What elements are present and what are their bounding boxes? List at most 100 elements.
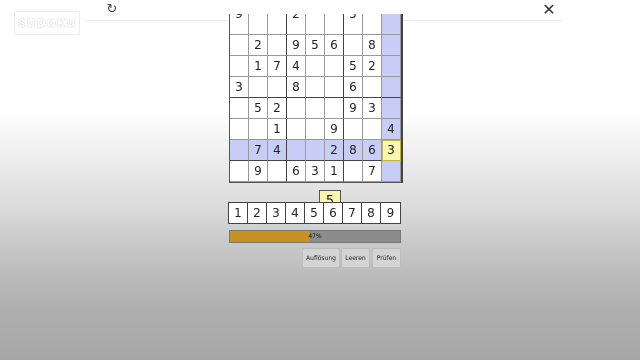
sudoku-cell[interactable] xyxy=(344,35,363,56)
sudoku-cell[interactable]: 7 xyxy=(363,161,382,182)
sudoku-cell[interactable] xyxy=(287,119,306,140)
sudoku-cell[interactable] xyxy=(363,119,382,140)
sudoku-cell[interactable] xyxy=(230,161,249,182)
check-button[interactable]: Prüfen xyxy=(372,248,401,268)
sudoku-cell[interactable]: 2 xyxy=(325,140,344,161)
sudoku-cell[interactable]: 9 xyxy=(230,14,249,35)
progress-bar: 47% xyxy=(229,230,401,243)
sudoku-cell[interactable]: 2 xyxy=(287,14,306,35)
sudoku-cell[interactable] xyxy=(306,182,325,183)
sudoku-cell[interactable] xyxy=(230,98,249,119)
sudoku-cell[interactable] xyxy=(268,14,287,35)
sudoku-cell[interactable] xyxy=(306,140,325,161)
sudoku-cell[interactable] xyxy=(268,77,287,98)
sudoku-cell[interactable] xyxy=(287,140,306,161)
sudoku-cell[interactable]: 5 xyxy=(344,14,363,35)
sudoku-cell[interactable]: 2 xyxy=(249,35,268,56)
reload-icon[interactable]: ↻ xyxy=(104,2,120,18)
sudoku-cell[interactable]: 6 xyxy=(344,77,363,98)
app-logo: SUDOKU xyxy=(14,11,80,35)
sudoku-cell[interactable] xyxy=(325,14,344,35)
number-key-8[interactable]: 8 xyxy=(362,203,381,223)
sudoku-cell[interactable] xyxy=(344,161,363,182)
number-key-7[interactable]: 7 xyxy=(343,203,362,223)
sudoku-cell[interactable]: 3 xyxy=(306,161,325,182)
number-key-5[interactable]: 5 xyxy=(305,203,324,223)
sudoku-cell[interactable] xyxy=(230,56,249,77)
sudoku-cell[interactable] xyxy=(382,14,401,35)
sudoku-cell[interactable]: 9 xyxy=(249,161,268,182)
sudoku-cell[interactable]: 8 xyxy=(363,35,382,56)
sudoku-cell[interactable] xyxy=(287,98,306,119)
sudoku-cell[interactable] xyxy=(230,182,249,183)
sudoku-cell[interactable]: 8 xyxy=(287,77,306,98)
sudoku-cell[interactable]: 1 xyxy=(268,119,287,140)
number-pad: 1 2 3 4 5 6 7 8 9 xyxy=(228,202,401,224)
sudoku-cell[interactable] xyxy=(325,56,344,77)
sudoku-cell[interactable]: 8 xyxy=(325,182,344,183)
sudoku-cell[interactable] xyxy=(325,77,344,98)
sudoku-cell[interactable]: 4 xyxy=(287,56,306,77)
sudoku-cell[interactable] xyxy=(344,182,363,183)
sudoku-cell[interactable] xyxy=(268,35,287,56)
solve-button[interactable]: Auflösung xyxy=(302,248,340,268)
close-icon[interactable]: ✕ xyxy=(540,1,558,19)
number-key-2[interactable]: 2 xyxy=(248,203,267,223)
sudoku-cell[interactable] xyxy=(249,119,268,140)
sudoku-cell[interactable] xyxy=(306,77,325,98)
sudoku-cell[interactable] xyxy=(306,14,325,35)
sudoku-cell[interactable]: 8 xyxy=(344,140,363,161)
sudoku-cell[interactable] xyxy=(325,98,344,119)
sudoku-cell[interactable] xyxy=(287,182,306,183)
sudoku-cell[interactable] xyxy=(306,56,325,77)
sudoku-cell[interactable] xyxy=(382,35,401,56)
sudoku-cell[interactable]: 6 xyxy=(325,35,344,56)
sudoku-cell[interactable] xyxy=(249,77,268,98)
sudoku-cell[interactable] xyxy=(306,98,325,119)
number-key-1[interactable]: 1 xyxy=(229,203,248,223)
sudoku-cell[interactable] xyxy=(268,161,287,182)
sudoku-cell[interactable] xyxy=(249,182,268,183)
sudoku-cell[interactable]: 2 xyxy=(363,56,382,77)
number-key-9[interactable]: 9 xyxy=(381,203,400,223)
sudoku-board: 92529568174523865293194742863963176891 xyxy=(229,14,403,183)
sudoku-cell[interactable] xyxy=(382,98,401,119)
sudoku-cell[interactable]: 5 xyxy=(249,98,268,119)
sudoku-cell[interactable] xyxy=(382,56,401,77)
sudoku-cell[interactable]: 9 xyxy=(344,98,363,119)
sudoku-cell[interactable] xyxy=(382,77,401,98)
sudoku-cell[interactable] xyxy=(230,35,249,56)
sudoku-cell[interactable]: 7 xyxy=(268,56,287,77)
sudoku-cell[interactable]: 5 xyxy=(306,35,325,56)
sudoku-cell[interactable] xyxy=(363,14,382,35)
sudoku-cell[interactable]: 1 xyxy=(325,161,344,182)
sudoku-cell[interactable] xyxy=(249,14,268,35)
sudoku-cell[interactable]: 9 xyxy=(363,182,382,183)
sudoku-cell[interactable]: 1 xyxy=(382,182,401,183)
sudoku-cell[interactable]: 4 xyxy=(382,119,401,140)
sudoku-cell[interactable]: 3 xyxy=(382,140,401,161)
number-key-4[interactable]: 4 xyxy=(286,203,305,223)
progress-label: 47% xyxy=(308,233,322,240)
number-key-3[interactable]: 3 xyxy=(267,203,286,223)
sudoku-cell[interactable]: 9 xyxy=(325,119,344,140)
sudoku-cell[interactable]: 3 xyxy=(363,98,382,119)
sudoku-cell[interactable]: 2 xyxy=(268,98,287,119)
sudoku-cell[interactable]: 7 xyxy=(249,140,268,161)
sudoku-cell[interactable]: 6 xyxy=(287,161,306,182)
sudoku-cell[interactable]: 1 xyxy=(249,56,268,77)
sudoku-cell[interactable] xyxy=(382,161,401,182)
sudoku-cell[interactable] xyxy=(230,140,249,161)
number-key-6[interactable]: 6 xyxy=(324,203,343,223)
sudoku-cell[interactable]: 6 xyxy=(363,140,382,161)
sudoku-cell[interactable] xyxy=(363,77,382,98)
sudoku-cell[interactable]: 3 xyxy=(230,77,249,98)
clear-button[interactable]: Leeren xyxy=(341,248,370,268)
sudoku-cell[interactable]: 4 xyxy=(268,140,287,161)
sudoku-cell[interactable]: 6 xyxy=(268,182,287,183)
sudoku-cell[interactable] xyxy=(230,119,249,140)
sudoku-cell[interactable]: 5 xyxy=(344,56,363,77)
sudoku-cell[interactable] xyxy=(344,119,363,140)
sudoku-cell[interactable]: 9 xyxy=(287,35,306,56)
sudoku-cell[interactable] xyxy=(306,119,325,140)
